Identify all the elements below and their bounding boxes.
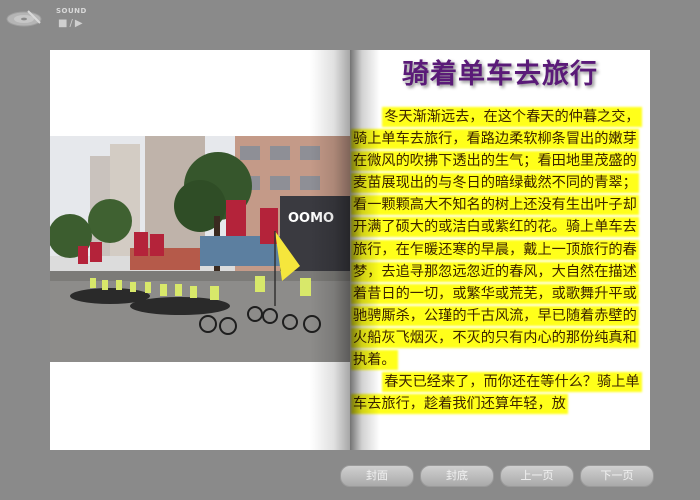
disc-icon[interactable] — [6, 8, 42, 28]
page-title: 骑着单车去旅行 — [402, 59, 598, 90]
sound-label: SOUND — [56, 7, 87, 15]
page-navigation: 封面 封底 上一页 下一页 — [0, 465, 700, 487]
prev-page-button[interactable]: 上一页 — [500, 465, 574, 487]
page-fold-shadow — [310, 50, 350, 450]
book: OOMO — [50, 50, 650, 450]
back-cover-button[interactable]: 封底 — [420, 465, 494, 487]
stop-icon[interactable]: ■ — [58, 18, 67, 30]
article-body: 冬天渐渐远去，在这个春天的仲暮之交，骑上单车去旅行，看路边柔软柳条冒出的嫩芽在微… — [353, 106, 649, 415]
play-icon[interactable]: ▶ — [75, 18, 83, 30]
right-page[interactable]: 骑着单车去旅行 冬天渐渐远去，在这个春天的仲暮之交，骑上单车去旅行，看路边柔软柳… — [350, 50, 650, 450]
paragraph-1: 冬天渐渐远去，在这个春天的仲暮之交，骑上单车去旅行，看路边柔软柳条冒出的嫩芽在微… — [353, 109, 640, 369]
separator: / — [69, 18, 73, 29]
left-page[interactable]: OOMO — [50, 50, 350, 450]
next-page-button[interactable]: 下一页 — [580, 465, 654, 487]
paragraph-2: 春天已经来了，而你还在等什么？骑上单车去旅行，趁着我们还算年轻，放 — [353, 374, 640, 413]
cyclists-photo: OOMO — [50, 136, 350, 362]
cover-button[interactable]: 封面 — [340, 465, 414, 487]
sound-buttons: ■ / ▶ — [58, 18, 85, 30]
sound-control: SOUND ■ / ▶ — [6, 4, 96, 32]
